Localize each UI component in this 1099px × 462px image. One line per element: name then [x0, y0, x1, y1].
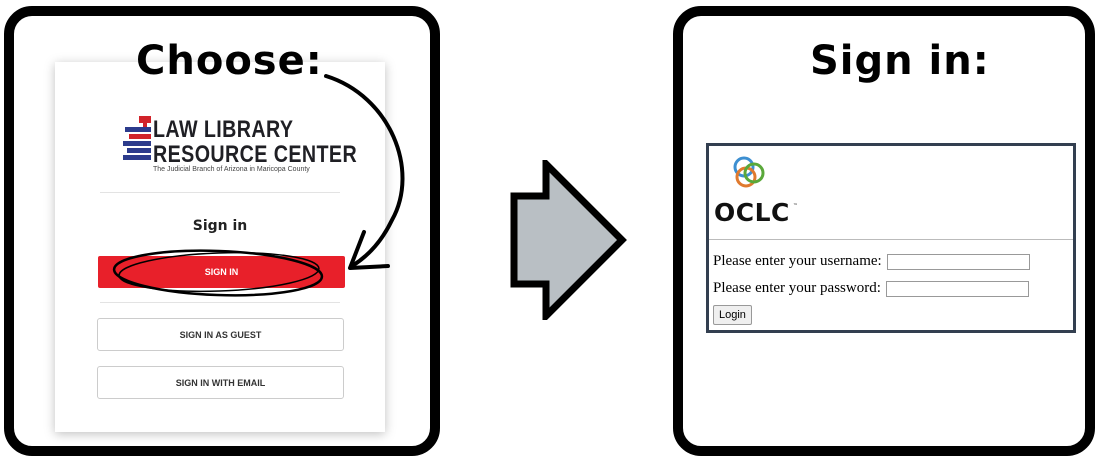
divider: [709, 239, 1073, 240]
law-library-logo: [123, 116, 157, 170]
password-input[interactable]: [885, 280, 1029, 297]
password-label: Please enter your password:: [713, 280, 881, 296]
logo-line2: RESOURCE CENTER: [153, 141, 358, 168]
oclc-login-box: OCLC ™ Please enter your username: Pleas…: [706, 143, 1076, 333]
logo-line1: LAW LIBRARY: [153, 116, 294, 143]
sign-in-heading: Sign in:: [810, 38, 990, 84]
oclc-wordmark: OCLC: [714, 198, 790, 227]
logo-subtitle: The Judicial Branch of Arizona in Marico…: [153, 166, 310, 173]
username-row: Please enter your username:: [713, 253, 1030, 270]
password-row: Please enter your password:: [713, 280, 1029, 297]
username-input[interactable]: [886, 253, 1030, 270]
right-arrow-icon: [510, 160, 627, 320]
gavel-books-icon: [123, 116, 151, 160]
oclc-logo-icon: [733, 156, 765, 188]
signin-label: Sign in: [192, 218, 248, 234]
sign-in-as-guest-button[interactable]: SIGN IN AS GUEST: [97, 318, 344, 351]
login-button[interactable]: Login: [713, 305, 752, 325]
username-label: Please enter your username:: [713, 253, 882, 269]
divider: [100, 302, 340, 303]
choose-heading: Choose:: [136, 38, 323, 84]
sign-in-button[interactable]: SIGN IN: [98, 256, 345, 288]
divider: [100, 192, 340, 193]
sign-in-with-email-button[interactable]: SIGN IN WITH EMAIL: [97, 366, 344, 399]
trademark: ™: [793, 203, 798, 209]
